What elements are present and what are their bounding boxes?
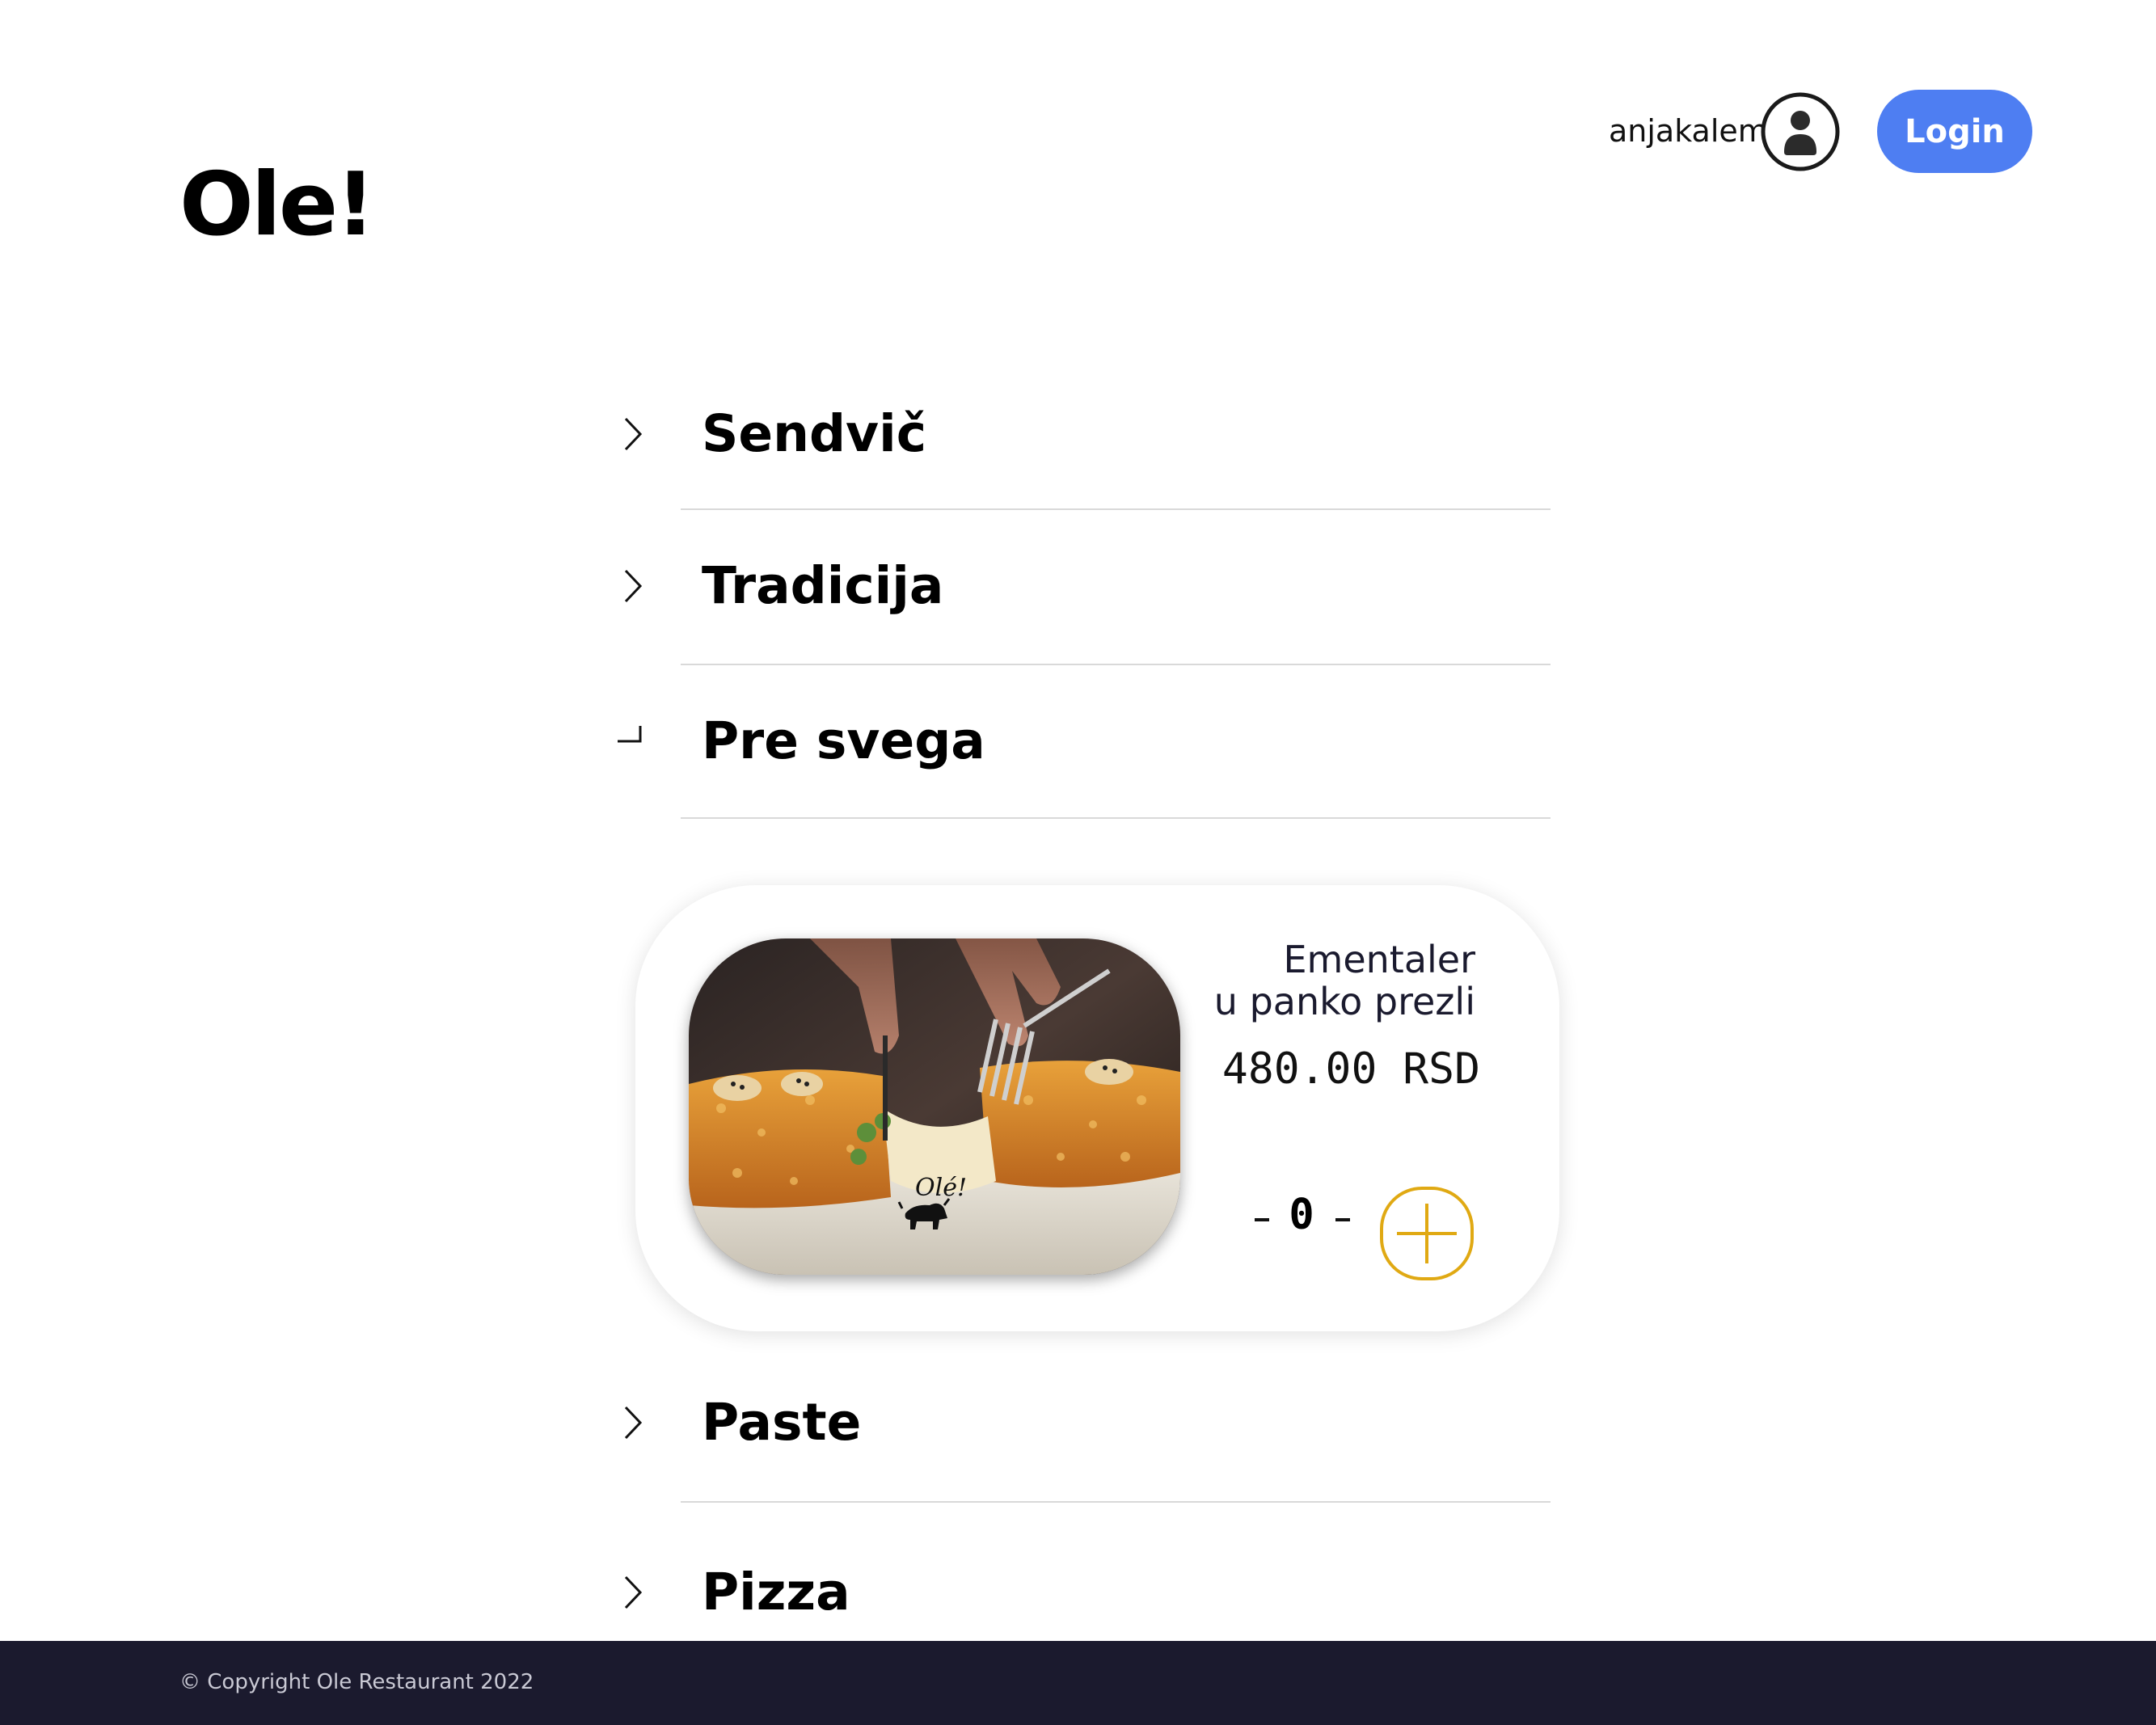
item-price: 480.00 RSD	[1221, 1044, 1480, 1094]
divider	[681, 664, 1551, 665]
category-label: Paste	[702, 1393, 862, 1452]
site-logo[interactable]: Ole!	[179, 162, 375, 249]
username-label: anjakalem	[1609, 113, 1768, 149]
user-avatar-icon[interactable]	[1761, 92, 1840, 171]
item-name-line1: Ementaler	[1283, 938, 1475, 981]
category-label: Tradicija	[702, 556, 944, 615]
item-name: Ementaler u panko prezli	[1214, 938, 1475, 1023]
menu-item-card: Olé! Ementaler u panko prezli 480.00 RSD…	[635, 885, 1559, 1331]
item-name-line2: u panko prezli	[1213, 980, 1475, 1023]
chevron-down-icon	[618, 726, 642, 743]
category-label: Pizza	[702, 1563, 850, 1622]
login-button[interactable]: Login	[1877, 90, 2032, 173]
decrease-quantity-button[interactable]	[1247, 1204, 1276, 1234]
dish-photo: Olé!	[689, 938, 1180, 1275]
chevron-right-icon	[624, 569, 643, 603]
category-label: Sendvič	[702, 404, 927, 463]
add-to-cart-button[interactable]	[1379, 1186, 1475, 1281]
footer: © Copyright Ole Restaurant 2022	[0, 1641, 2156, 1725]
copyright-text: © Copyright Ole Restaurant 2022	[179, 1670, 534, 1694]
quantity-value: 0	[1289, 1191, 1314, 1239]
plus-circle-icon	[1380, 1187, 1474, 1280]
divider	[681, 508, 1551, 510]
category-paste[interactable]: Paste	[614, 1386, 1552, 1459]
category-tradicija[interactable]: Tradicija	[614, 550, 1552, 622]
quantity-separator	[1331, 1204, 1360, 1234]
chevron-right-icon	[624, 1575, 643, 1609]
plate-logo-text: Olé!	[915, 1174, 967, 1202]
chevron-right-icon	[624, 1406, 643, 1440]
chevron-right-icon	[624, 417, 643, 451]
divider	[681, 817, 1551, 819]
category-pizza[interactable]: Pizza	[614, 1556, 1552, 1629]
category-pre-svega[interactable]: Pre svega	[614, 705, 1552, 778]
category-sendvic[interactable]: Sendvič	[614, 398, 1552, 470]
dish-photo-image: Olé!	[689, 938, 1180, 1275]
divider	[681, 1501, 1551, 1503]
category-label: Pre svega	[702, 711, 985, 770]
